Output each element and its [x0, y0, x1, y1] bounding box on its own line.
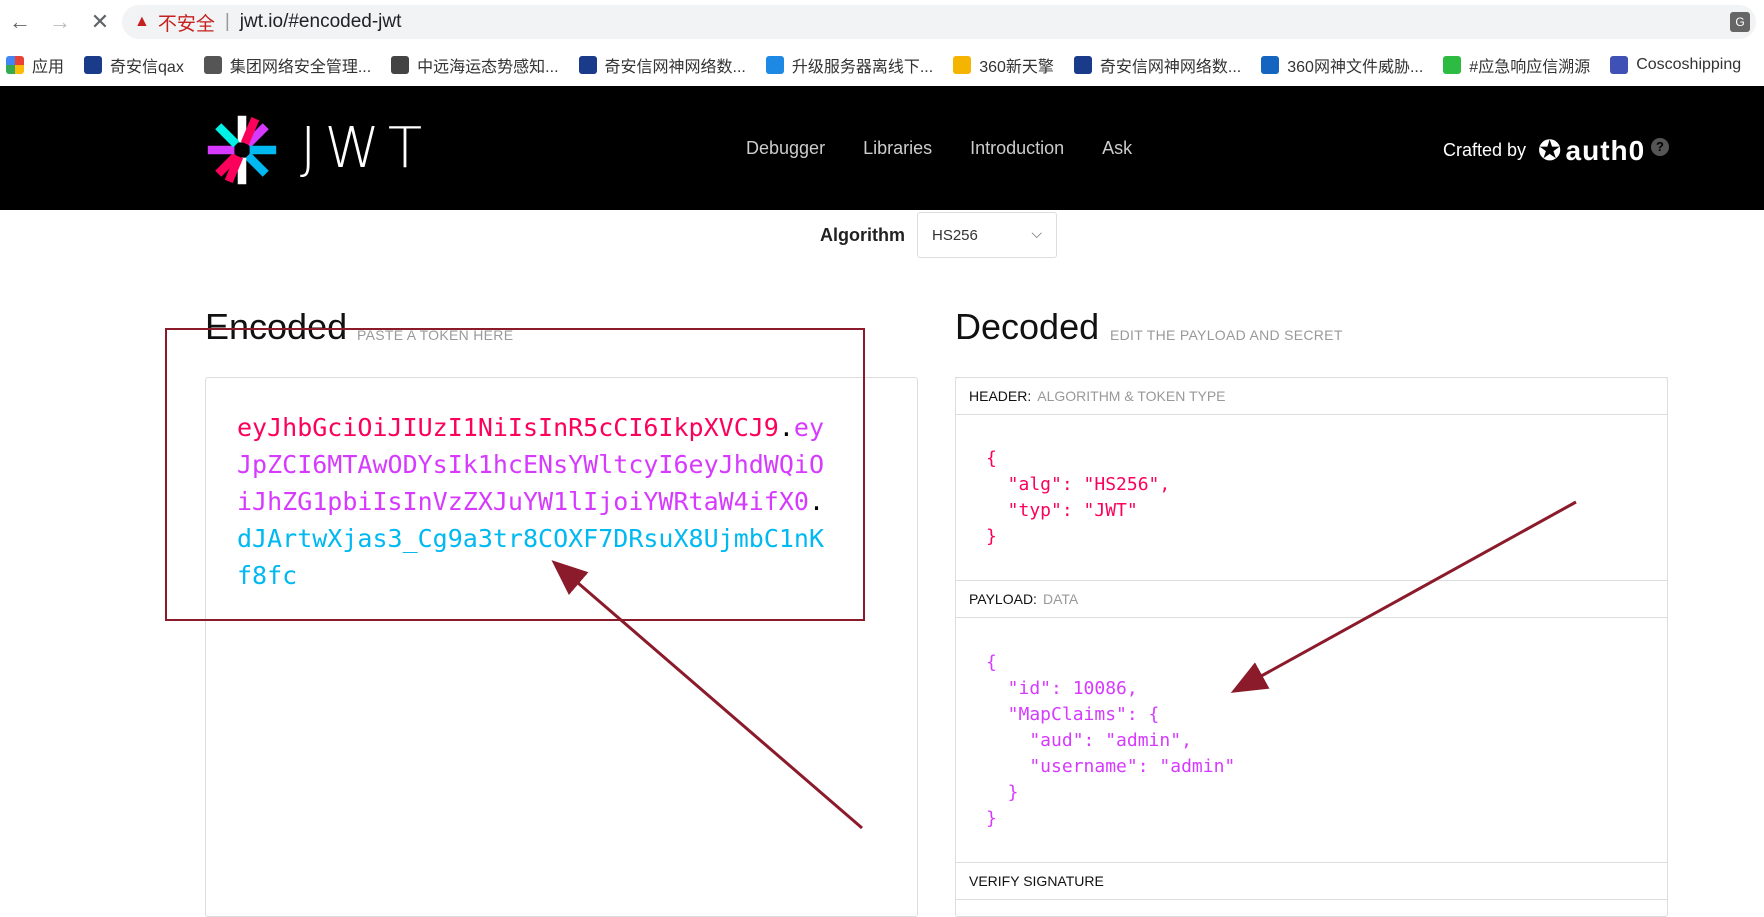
nav-debugger[interactable]: Debugger: [746, 138, 825, 159]
decoded-subtitle: EDIT THE PAYLOAD AND SECRET: [1110, 327, 1343, 343]
bookmark-favicon-icon: [84, 56, 103, 74]
bookmark-label: 360网神文件威胁...: [1287, 59, 1424, 76]
warning-icon: ▲: [134, 13, 150, 30]
bookmark-label: Coscoshipping: [1636, 56, 1742, 73]
bookmark-favicon-icon: [578, 56, 597, 74]
bookmark-label: 集团网络安全管理...: [229, 59, 372, 76]
bookmark-item[interactable]: 360新天擎: [953, 53, 1054, 77]
decoded-title: Decoded: [955, 306, 1100, 347]
bookmark-item[interactable]: #应急响应信溯源: [1443, 53, 1590, 77]
jwt-logo-text: JWT: [300, 116, 431, 181]
algorithm-select[interactable]: HS256 ⌵: [917, 212, 1057, 258]
section-desc: DATA: [1042, 591, 1079, 607]
auth0-brand: auth0: [1565, 134, 1646, 166]
auth0-star-icon: ✪: [1538, 135, 1562, 166]
bookmark-label: #应急响应信溯源: [1469, 59, 1591, 76]
bookmark-label: 应用: [32, 59, 65, 76]
back-icon[interactable]: ←: [0, 0, 40, 44]
url-text[interactable]: jwt.io/#encoded-jwt: [240, 11, 402, 33]
bookmark-favicon-icon: [1443, 56, 1462, 74]
crafted-by-auth0[interactable]: Crafted by ✪ auth0: [1443, 134, 1645, 167]
jwt-logo-icon[interactable]: [204, 112, 280, 188]
bookmark-label: 360新天擎: [979, 59, 1054, 76]
bookmark-item[interactable]: Coscoshipping: [1610, 56, 1741, 74]
help-icon[interactable]: ?: [1651, 138, 1669, 156]
nav-ask[interactable]: Ask: [1102, 138, 1132, 159]
bookmark-label: 升级服务器离线下...: [791, 59, 934, 76]
main-nav: Debugger Libraries Introduction Ask: [746, 138, 1132, 159]
nav-libraries[interactable]: Libraries: [863, 138, 932, 159]
bookmark-item[interactable]: 升级服务器离线下...: [765, 53, 934, 77]
bookmark-favicon-icon: [1610, 56, 1629, 74]
bookmark-favicon-icon: [1073, 56, 1092, 74]
bookmark-item[interactable]: 360网神文件威胁...: [1261, 53, 1423, 77]
section-key: VERIFY SIGNATURE: [969, 873, 1104, 889]
apps-icon: [6, 56, 24, 74]
bookmark-item[interactable]: 中远海运态势感知...: [391, 53, 559, 77]
bookmark-item[interactable]: 奇安信网神网络数...: [1073, 53, 1242, 77]
bookmark-favicon-icon: [953, 56, 972, 74]
bookmark-favicon-icon: [765, 56, 784, 74]
security-label: 不安全: [157, 13, 215, 35]
section-desc: ALGORITHM & TOKEN TYPE: [1037, 388, 1226, 404]
algorithm-value: HS256: [932, 226, 978, 244]
forward-icon[interactable]: →: [40, 0, 80, 44]
bookmark-label: 奇安信qax: [110, 59, 184, 76]
url-separator: |: [224, 11, 230, 32]
algorithm-row: Algorithm HS256 ⌵: [820, 212, 1057, 258]
bookmark-label: 奇安信网神网络数...: [604, 59, 746, 76]
annotation-highlight-box: [165, 328, 865, 621]
bookmark-item[interactable]: 奇安信网神网络数...: [578, 53, 746, 77]
verify-section-title: VERIFY SIGNATURE: [955, 862, 1668, 900]
bookmark-label: 奇安信网神网络数...: [1099, 59, 1242, 76]
stop-loading-icon[interactable]: ✕: [80, 0, 120, 44]
payload-json-editor[interactable]: { "id": 10086, "MapClaims": { "aud": "ad…: [986, 650, 1235, 832]
bookmarks-bar: 应用 奇安信qax 集团网络安全管理... 中远海运态势感知... 奇安信网神网络数..…: [0, 44, 1764, 86]
crafted-by-label: Crafted by: [1443, 140, 1527, 160]
section-key: HEADER:: [969, 388, 1032, 404]
browser-toolbar: ← → ✕ ▲ 不安全 | jwt.io/#encoded-jwt G: [0, 0, 1764, 44]
bookmark-item[interactable]: 集团网络安全管理...: [203, 53, 372, 77]
nav-introduction[interactable]: Introduction: [970, 138, 1064, 159]
algorithm-label: Algorithm: [820, 224, 905, 245]
bookmark-favicon-icon: [1261, 56, 1280, 74]
chevron-down-icon: ⌵: [1031, 225, 1042, 241]
bookmark-favicon-icon: [391, 56, 410, 74]
translate-icon[interactable]: G: [1730, 12, 1750, 32]
bookmark-label: 中远海运态势感知...: [417, 59, 559, 76]
bookmark-item[interactable]: 应用: [6, 53, 64, 77]
bookmark-item[interactable]: 奇安信qax: [84, 53, 184, 77]
header-json-editor[interactable]: { "alg": "HS256", "typ": "JWT" }: [986, 446, 1170, 550]
header-section-title: HEADER: ALGORITHM & TOKEN TYPE: [955, 377, 1668, 415]
payload-section-title: PAYLOAD: DATA: [955, 580, 1668, 618]
site-header: JWT Debugger Libraries Introduction Ask …: [0, 86, 1764, 210]
bookmark-favicon-icon: [203, 56, 222, 74]
section-key: PAYLOAD:: [969, 591, 1037, 607]
address-bar[interactable]: ▲ 不安全 | jwt.io/#encoded-jwt G: [122, 5, 1756, 39]
